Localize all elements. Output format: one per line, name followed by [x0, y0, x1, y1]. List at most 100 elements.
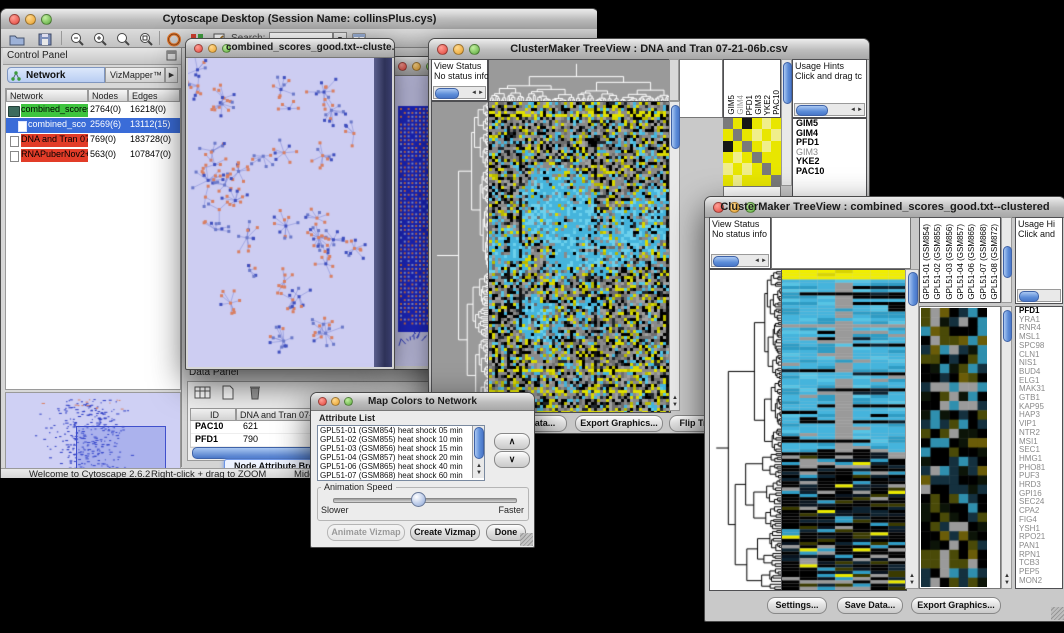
scroll-up-icon[interactable]: ▲ — [672, 395, 678, 401]
tv2-zoom-vscrollbar[interactable]: ▲ ▼ — [1001, 306, 1012, 589]
export-graphics--button[interactable]: Export Graphics... — [911, 597, 1001, 614]
tv2-zoom-heatmap[interactable] — [921, 308, 987, 587]
matrix-cell[interactable] — [752, 141, 762, 152]
network-canvas[interactable] — [188, 58, 374, 367]
tab-vizmapper[interactable]: VizMapper™ — [105, 67, 165, 83]
table-icon[interactable] — [194, 385, 211, 400]
scroll-up-icon[interactable]: ▲ — [476, 463, 482, 469]
col-header-edges[interactable]: Edges — [128, 89, 180, 102]
col-header-nodes[interactable]: Nodes — [88, 89, 128, 102]
matrix-cell[interactable] — [771, 118, 781, 129]
network-list-row[interactable]: combined_sco2569(6)13112(15) — [6, 118, 180, 133]
matrix-cell[interactable] — [771, 129, 781, 140]
main-titlebar[interactable]: Cytoscape Desktop (Session Name: collins… — [1, 9, 598, 30]
dialog-titlebar[interactable]: Map Colors to Network — [311, 393, 534, 411]
matrix-cell[interactable] — [733, 163, 743, 174]
matrix-cell[interactable] — [733, 129, 743, 140]
birdseye-panel[interactable] — [5, 392, 181, 502]
tv2-heatmap-vscrollbar[interactable]: ▲ ▼ — [905, 269, 919, 589]
move-up-button[interactable]: ∧ — [494, 433, 530, 450]
tv2-column-label[interactable]: GPL51-03 (GSM856) — [945, 224, 954, 300]
tv1-labels-vscrollbar[interactable] — [781, 59, 792, 186]
matrix-cell[interactable] — [762, 152, 772, 163]
tv1-top-scroll-strip[interactable] — [669, 59, 679, 101]
scroll-left-icon[interactable]: ◄ — [850, 107, 856, 113]
create-vizmap-button[interactable]: Create Vizmap — [410, 524, 480, 541]
save-data--button[interactable]: Save Data... — [837, 597, 903, 614]
matrix-cell[interactable] — [723, 163, 733, 174]
matrix-cell[interactable] — [742, 118, 752, 129]
matrix-cell[interactable] — [771, 175, 781, 186]
matrix-cell[interactable] — [723, 118, 733, 129]
matrix-cell[interactable] — [742, 163, 752, 174]
scroll-down-icon[interactable]: ▼ — [476, 470, 482, 476]
attribute-list-item[interactable]: GPL51-02 (GSM855) heat shock 10 min — [318, 435, 471, 444]
scroll-down-icon[interactable]: ▼ — [909, 580, 915, 586]
tv2-usage-hscrollbar[interactable] — [1017, 289, 1061, 302]
matrix-cell[interactable] — [762, 118, 772, 129]
close-icon[interactable] — [398, 62, 407, 71]
network-window-titlebar[interactable]: combined_scores_good.txt--cluste... — [186, 39, 394, 58]
tab-network[interactable]: Network — [7, 67, 105, 83]
settings--button[interactable]: Settings... — [767, 597, 827, 614]
tv2-column-label[interactable]: GPL51-06 (GSM865) — [967, 224, 976, 300]
matrix-cell[interactable] — [771, 163, 781, 174]
export-graphics--button[interactable]: Export Graphics... — [575, 415, 663, 432]
save-icon[interactable] — [37, 32, 53, 47]
attribute-list-item[interactable]: GPL51-03 (GSM856) heat shock 15 min — [318, 444, 471, 453]
tv2-column-label[interactable]: GPL51-07 (GSM868) — [979, 224, 988, 300]
zoom-out-icon[interactable] — [69, 32, 85, 47]
matrix-cell[interactable] — [762, 163, 772, 174]
tv2-heatmap[interactable] — [781, 269, 907, 591]
matrix-cell[interactable] — [771, 141, 781, 152]
gene-label[interactable]: MON2 — [1016, 577, 1062, 586]
col-header-network[interactable]: Network — [6, 89, 88, 102]
network-list-row[interactable]: DNA and Tran 07769(0)183728(0) — [6, 133, 180, 148]
tv1-heatmap-vscrollbar[interactable]: ▲ ▼ — [669, 101, 680, 411]
matrix-cell[interactable] — [723, 141, 733, 152]
resize-grip-icon[interactable] — [520, 533, 533, 546]
gene-label[interactable]: PAC10 — [793, 167, 866, 177]
treeview2-titlebar[interactable]: ClusterMaker TreeView : combined_scores_… — [705, 197, 1064, 218]
scroll-up-icon[interactable]: ▲ — [1004, 573, 1010, 579]
minimize-icon[interactable] — [412, 62, 421, 71]
tv1-usage-hscrollbar[interactable]: ◄ ► — [794, 103, 865, 116]
tv2-column-label[interactable]: GPL51-04 (GSM857) — [956, 224, 965, 300]
network-list-row[interactable]: RNAPuberNov2+563(0)107847(0) — [6, 148, 180, 163]
scroll-down-icon[interactable]: ▼ — [672, 402, 678, 408]
matrix-cell[interactable] — [723, 129, 733, 140]
matrix-cell[interactable] — [733, 118, 743, 129]
matrix-cell[interactable] — [762, 175, 772, 186]
help-ring-icon[interactable] — [166, 32, 182, 47]
animate-vizmap-button[interactable]: Animate Vizmap — [327, 524, 405, 541]
tv1-column-label[interactable]: GIM4 — [736, 95, 745, 115]
matrix-cell[interactable] — [742, 141, 752, 152]
scroll-left-icon[interactable]: ◄ — [471, 90, 477, 96]
tv1-zoom-matrix[interactable] — [723, 118, 781, 186]
resize-grip-icon[interactable] — [1051, 607, 1064, 620]
matrix-cell[interactable] — [752, 175, 762, 186]
matrix-cell[interactable] — [771, 152, 781, 163]
scroll-right-icon[interactable]: ► — [478, 90, 484, 96]
matrix-cell[interactable] — [752, 152, 762, 163]
matrix-cell[interactable] — [752, 118, 762, 129]
zoom-in-icon[interactable] — [92, 32, 108, 47]
open-folder-icon[interactable] — [9, 32, 25, 47]
matrix-cell[interactable] — [733, 152, 743, 163]
tab-overflow-icon[interactable]: ▶ — [165, 67, 178, 83]
matrix-cell[interactable] — [733, 175, 743, 186]
attribute-list-item[interactable]: GPL51-06 (GSM865) heat shock 40 min — [318, 462, 471, 471]
matrix-cell[interactable] — [723, 175, 733, 186]
tv1-column-label[interactable]: GIM5 — [727, 95, 736, 115]
scroll-down-icon[interactable]: ▼ — [1004, 580, 1010, 586]
zoom-fit-icon[interactable] — [115, 32, 131, 47]
matrix-cell[interactable] — [742, 152, 752, 163]
tv1-heatmap[interactable] — [488, 101, 671, 413]
data-col-id[interactable]: ID — [190, 408, 236, 421]
tv1-column-label[interactable]: YKE2 — [763, 95, 772, 115]
trash-icon[interactable] — [248, 384, 262, 400]
move-down-button[interactable]: ∨ — [494, 451, 530, 468]
tv1-column-label[interactable]: PFD1 — [745, 95, 754, 115]
tv1-column-dendrogram[interactable] — [488, 59, 671, 103]
matrix-cell[interactable] — [733, 141, 743, 152]
